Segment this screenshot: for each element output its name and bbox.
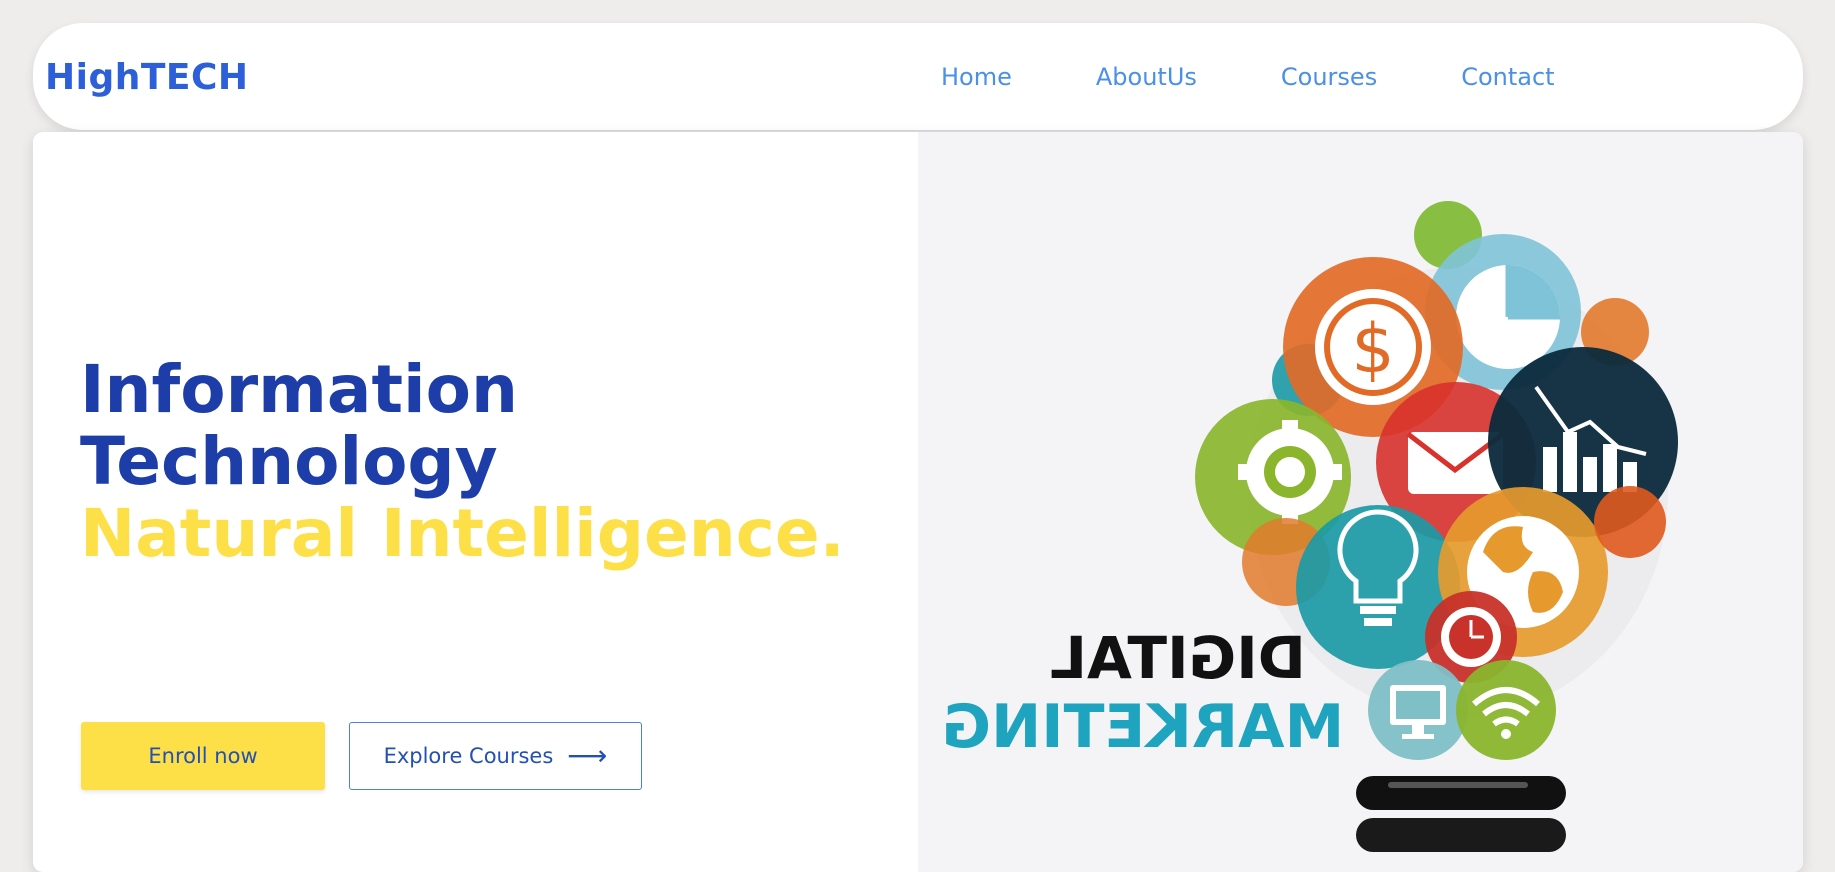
pie-chart-icon: [1456, 265, 1560, 369]
nav-link-home[interactable]: Home: [941, 63, 1012, 91]
svg-text:$: $: [1351, 310, 1394, 389]
dollar-icon: $: [1315, 289, 1431, 405]
hero-illustration-panel: $ DIGITAL MARKETING: [918, 132, 1803, 872]
explore-courses-button[interactable]: Explore Courses ⟶: [349, 722, 642, 790]
enroll-now-button[interactable]: Enroll now: [81, 722, 325, 790]
clock-icon: [1441, 607, 1501, 667]
headline-line-2: Technology: [80, 423, 498, 500]
navbar: HighTECH Home AboutUs Courses Contact: [33, 23, 1803, 130]
nav-links: Home AboutUs Courses Contact: [941, 63, 1639, 91]
caption-line-2: MARKETING: [942, 692, 1345, 762]
headline-line-1: Information: [80, 351, 518, 428]
digital-marketing-caption: DIGITAL MARKETING: [942, 624, 1345, 762]
nav-link-contact[interactable]: Contact: [1461, 63, 1554, 91]
digital-marketing-illustration: $ DIGITAL MARKETING: [942, 201, 1678, 852]
headline-line-3: Natural Intelligence.: [80, 495, 845, 572]
explore-courses-label: Explore Courses: [383, 744, 554, 768]
caption-line-1: DIGITAL: [1050, 624, 1306, 692]
hero-headline: Information Technology Natural Intellige…: [80, 354, 845, 570]
nav-link-courses[interactable]: Courses: [1281, 63, 1377, 91]
brand-logo[interactable]: HighTECH: [45, 57, 249, 98]
nav-link-about-us[interactable]: AboutUs: [1096, 63, 1197, 91]
hero-section: Information Technology Natural Intellige…: [33, 132, 1803, 872]
arrow-right-icon: ⟶: [567, 739, 608, 772]
